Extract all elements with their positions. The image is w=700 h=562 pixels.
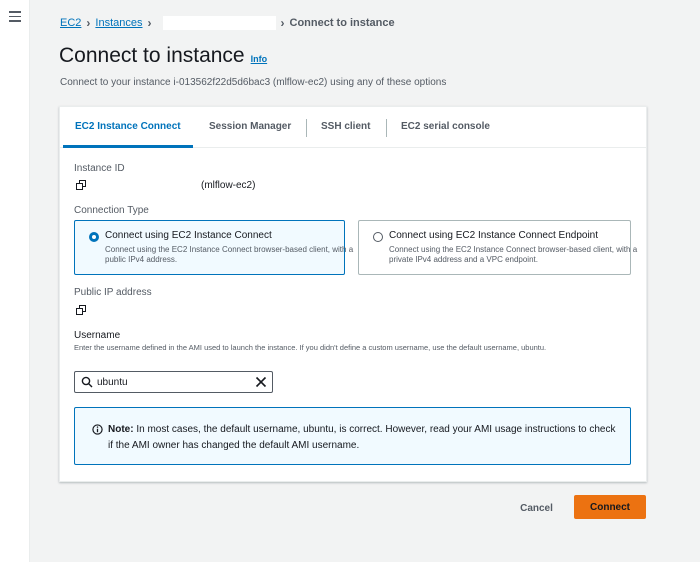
breadcrumb-current: Connect to instance — [289, 17, 395, 29]
instance-name: (mlflow-ec2) — [201, 180, 256, 191]
tab-ec2-instance-connect[interactable]: EC2 Instance Connect — [75, 121, 181, 132]
radio-option-title: Connect using EC2 Instance Connect Endpo… — [389, 230, 599, 241]
close-icon[interactable] — [255, 376, 267, 388]
page-description: Connect to your instance i-013562f22d5d6… — [60, 77, 447, 88]
info-alert-text: Note: In most cases, the default usernam… — [108, 422, 618, 454]
note-body: In most cases, the default username, ubu… — [108, 424, 616, 451]
radio-option-title: Connect using EC2 Instance Connect — [105, 230, 272, 241]
radio-ec2-instance-connect[interactable]: Connect using EC2 Instance Connect Conne… — [74, 220, 353, 275]
info-alert: Note: In most cases, the default usernam… — [74, 407, 631, 465]
tab-session-manager[interactable]: Session Manager — [209, 121, 291, 132]
radio-option-description: Connect using the EC2 Instance Connect b… — [389, 245, 638, 264]
connect-panel: EC2 Instance Connect Session Manager SSH… — [59, 106, 647, 482]
search-icon — [81, 376, 93, 388]
chevron-right-icon: › — [147, 16, 152, 30]
radio-selected-icon[interactable] — [89, 232, 99, 242]
username-label: Username — [74, 330, 121, 341]
tab-bar: EC2 Instance Connect Session Manager SSH… — [60, 107, 646, 148]
breadcrumb-instances[interactable]: Instances — [95, 17, 142, 29]
connect-button[interactable]: Connect — [574, 495, 646, 519]
tab-divider — [306, 119, 307, 137]
tab-ec2-serial-console[interactable]: EC2 serial console — [401, 121, 490, 132]
note-label: Note: — [108, 424, 134, 435]
info-link[interactable]: Info — [251, 54, 268, 64]
chevron-right-icon: › — [86, 16, 91, 30]
active-tab-indicator — [63, 145, 193, 148]
connection-type-label: Connection Type — [74, 205, 149, 216]
tab-ssh-client[interactable]: SSH client — [321, 121, 370, 132]
public-ip-label: Public IP address — [74, 287, 152, 298]
page-title-text: Connect to instance — [59, 44, 245, 67]
redacted-breadcrumb-instance — [162, 16, 276, 30]
tab-divider — [386, 119, 387, 137]
cancel-button[interactable]: Cancel — [509, 497, 564, 519]
breadcrumb-ec2[interactable]: EC2 — [60, 17, 81, 29]
breadcrumb: EC2 › Instances › › Connect to instance — [60, 15, 395, 31]
hamburger-menu-icon[interactable] — [9, 11, 21, 22]
info-circle-icon — [92, 424, 103, 435]
username-input[interactable] — [97, 375, 247, 389]
radio-option-description: Connect using the EC2 Instance Connect b… — [105, 245, 354, 264]
username-field[interactable] — [74, 371, 273, 393]
side-navigation-rail — [0, 0, 30, 562]
copy-icon[interactable] — [76, 180, 86, 190]
copy-icon[interactable] — [76, 305, 86, 315]
chevron-right-icon: › — [280, 16, 285, 30]
radio-unselected-icon[interactable] — [373, 232, 383, 242]
page-title: Connect to instance Info — [59, 44, 267, 68]
radio-ec2-instance-connect-endpoint[interactable]: Connect using EC2 Instance Connect Endpo… — [358, 220, 637, 275]
username-hint: Enter the username defined in the AMI us… — [74, 343, 547, 352]
instance-id-label: Instance ID — [74, 163, 125, 174]
